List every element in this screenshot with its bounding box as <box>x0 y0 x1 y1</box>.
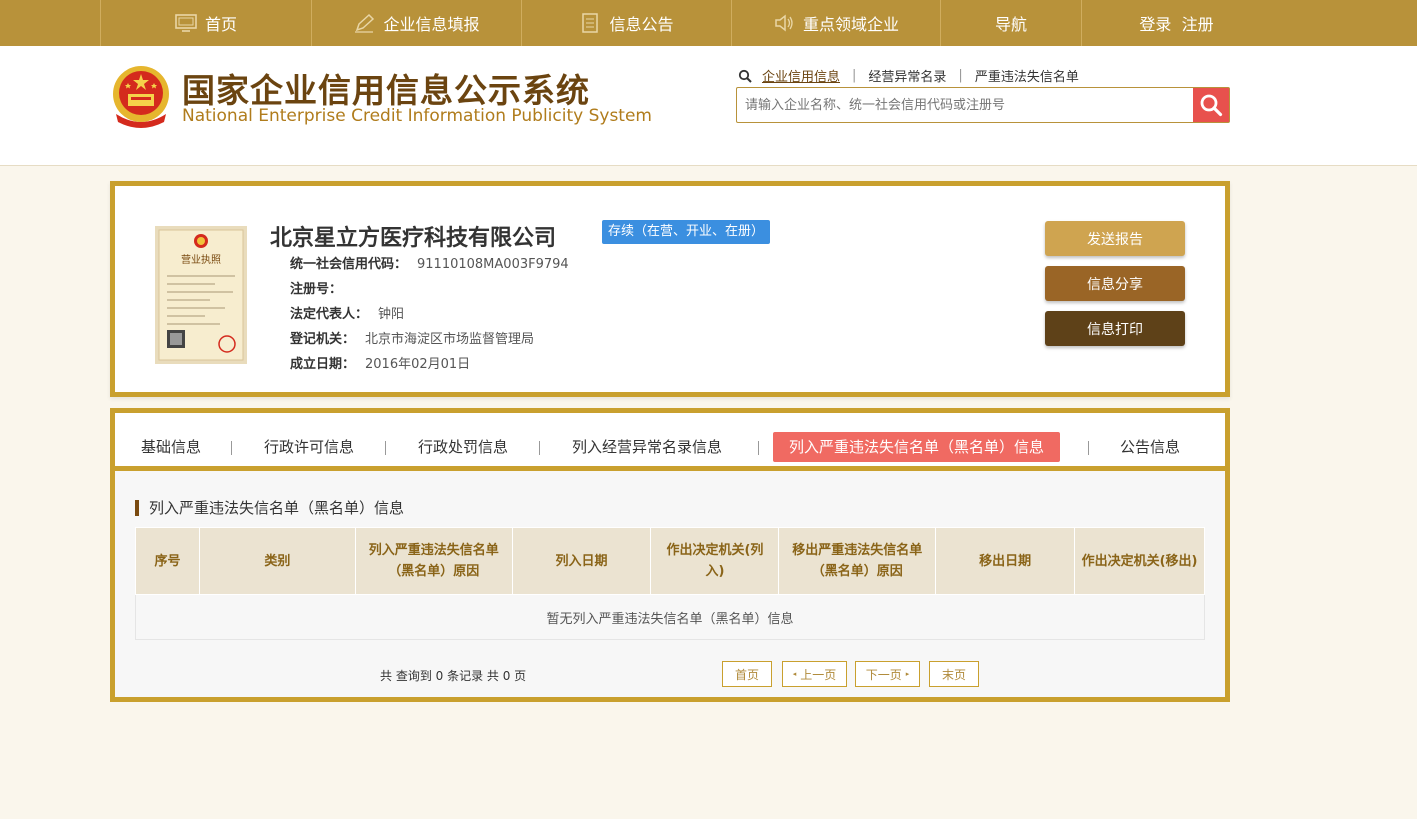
info-authority: 登记机关： 北京市海淀区市场监督管理局 <box>290 328 534 347</box>
info-value: 北京市海淀区市场监督管理局 <box>365 332 535 347</box>
site-title-cn: 国家企业信用信息公示系统 <box>182 71 590 110</box>
nav-login-register[interactable]: 登录 注册 <box>1081 0 1271 46</box>
tab-admin-penalty[interactable]: 行政处罚信息 <box>418 432 508 462</box>
nav-report[interactable]: 企业信息填报 <box>311 0 521 46</box>
share-info-button[interactable]: 信息分享 <box>1045 266 1185 301</box>
empty-table-message: 暂无列入严重违法失信名单（黑名单）信息 <box>135 594 1205 640</box>
nav-home[interactable]: 首页 <box>100 0 311 46</box>
info-established: 成立日期： 2016年02月01日 <box>290 353 470 372</box>
info-credit-code: 统一社会信用代码： 91110108MA003F9794 <box>290 253 569 272</box>
company-card: 营业执照 北京星立方医疗科技有限公司 存续（在营、开业、在册） 统一社会信用代码… <box>110 181 1230 397</box>
nav-key-areas-label: 重点领域企业 <box>802 15 899 34</box>
pager-summary: 共 查询到 0 条记录 共 0 页 <box>380 669 527 683</box>
link-abnormal-list[interactable]: 经营异常名录 <box>862 66 952 85</box>
search-box <box>736 87 1230 123</box>
col-index: 序号 <box>135 527 200 595</box>
status-badge: 存续（在营、开业、在册） <box>602 220 771 244</box>
nav-report-label: 企业信息填报 <box>383 15 480 34</box>
national-emblem-icon <box>113 66 169 128</box>
send-report-button[interactable]: 发送报告 <box>1045 221 1185 256</box>
tab-blacklist[interactable]: 列入严重违法失信名单（黑名单）信息 <box>773 432 1061 462</box>
col-category: 类别 <box>198 527 356 595</box>
nav-announcement-label: 信息公告 <box>609 15 674 34</box>
pen-icon <box>355 13 375 33</box>
top-nav: 首页 企业信息填报 信息公告 重点领域企业 导航 登录 注册 <box>0 0 1417 46</box>
blacklist-table: 序号 类别 列入严重违法失信名单（黑名单）原因 列入日期 作出决定机关(列入) … <box>135 527 1205 640</box>
info-reg-number: 注册号： <box>290 278 352 297</box>
site-title-en: National Enterprise Credit Information P… <box>182 106 652 126</box>
pager-next-label: 下一页 <box>865 667 902 682</box>
pager-last-label: 末页 <box>941 667 966 682</box>
nav-navigation-label: 导航 <box>994 15 1027 34</box>
nav-login-register-label: 登录 注册 <box>1139 15 1214 34</box>
pager-first-button[interactable]: 首页 <box>722 661 772 687</box>
print-info-button[interactable]: 信息打印 <box>1045 311 1185 346</box>
monitor-icon <box>175 14 197 32</box>
table-row: 暂无列入严重违法失信名单（黑名单）信息 <box>135 594 1205 640</box>
info-label: 统一社会信用代码： <box>290 257 408 272</box>
pager-prev-button[interactable]: ◂ 上一页 <box>782 661 847 687</box>
pager-prev-label: 上一页 <box>800 667 837 682</box>
company-name: 北京星立方医疗科技有限公司 <box>270 226 557 251</box>
col-list-authority: 作出决定机关(列入) <box>650 527 780 595</box>
tab-separator <box>231 441 232 455</box>
tab-separator <box>758 441 759 455</box>
nav-navigation[interactable]: 导航 <box>940 0 1081 46</box>
business-license-image: 营业执照 <box>155 226 247 364</box>
magnifier-icon <box>1200 94 1223 117</box>
search-button[interactable] <box>1193 88 1229 122</box>
tab-separator <box>539 441 540 455</box>
info-label: 成立日期： <box>290 357 356 372</box>
link-blacklist[interactable]: 严重违法失信名单 <box>969 66 1085 85</box>
info-value: 2016年02月01日 <box>365 357 471 372</box>
info-legal-rep: 法定代表人： 钟阳 <box>290 303 404 322</box>
link-separator: | <box>852 68 857 83</box>
nav-key-areas[interactable]: 重点领域企业 <box>731 0 940 46</box>
col-remove-date: 移出日期 <box>935 527 1076 595</box>
nav-announcement[interactable]: 信息公告 <box>521 0 731 46</box>
tab-abnormal-list[interactable]: 列入经营异常名录信息 <box>572 432 722 462</box>
info-label: 法定代表人： <box>290 307 369 322</box>
search-icon <box>738 69 752 83</box>
chevron-left-icon: ◂ <box>792 670 797 678</box>
search-input[interactable] <box>737 88 1193 122</box>
link-separator: | <box>958 68 963 83</box>
tab-basic-info[interactable]: 基础信息 <box>141 432 201 462</box>
tab-separator <box>1088 441 1089 455</box>
license-title: 营业执照 <box>181 253 221 266</box>
speaker-icon <box>775 14 793 32</box>
tab-announcements[interactable]: 公告信息 <box>1120 432 1180 462</box>
info-value: 钟阳 <box>378 307 405 322</box>
pager-last-button[interactable]: 末页 <box>929 661 979 687</box>
info-tabs-panel: 基础信息 行政许可信息 行政处罚信息 列入经营异常名录信息 列入严重违法失信名单… <box>110 408 1230 702</box>
col-list-date: 列入日期 <box>511 527 652 595</box>
info-label: 登记机关： <box>290 332 356 347</box>
tab-admin-license[interactable]: 行政许可信息 <box>264 432 354 462</box>
nav-home-label: 首页 <box>204 15 237 34</box>
section-title: 列入严重违法失信名单（黑名单）信息 <box>135 500 404 516</box>
tab-separator <box>385 441 386 455</box>
info-value: 91110108MA003F9794 <box>417 257 569 272</box>
table-header-row: 序号 类别 列入严重违法失信名单（黑名单）原因 列入日期 作出决定机关(列入) … <box>135 527 1205 595</box>
tab-bar: 基础信息 行政许可信息 行政处罚信息 列入经营异常名录信息 列入严重违法失信名单… <box>115 413 1225 471</box>
pager-next-button[interactable]: 下一页 ▸ <box>855 661 920 687</box>
info-label: 注册号： <box>290 282 343 297</box>
search-type-links: 企业信用信息 | 经营异常名录 | 严重违法失信名单 <box>738 66 1085 85</box>
document-icon <box>582 13 599 33</box>
site-header: 国家企业信用信息公示系统 National Enterprise Credit … <box>0 46 1417 166</box>
link-enterprise-credit[interactable]: 企业信用信息 <box>756 66 846 85</box>
col-remove-authority: 作出决定机关(移出) <box>1074 527 1205 595</box>
col-remove-reason: 移出严重违法失信名单（黑名单）原因 <box>778 527 937 595</box>
col-list-reason: 列入严重违法失信名单（黑名单）原因 <box>354 527 513 595</box>
pager-first-label: 首页 <box>734 667 759 682</box>
chevron-right-icon: ▸ <box>905 670 910 678</box>
